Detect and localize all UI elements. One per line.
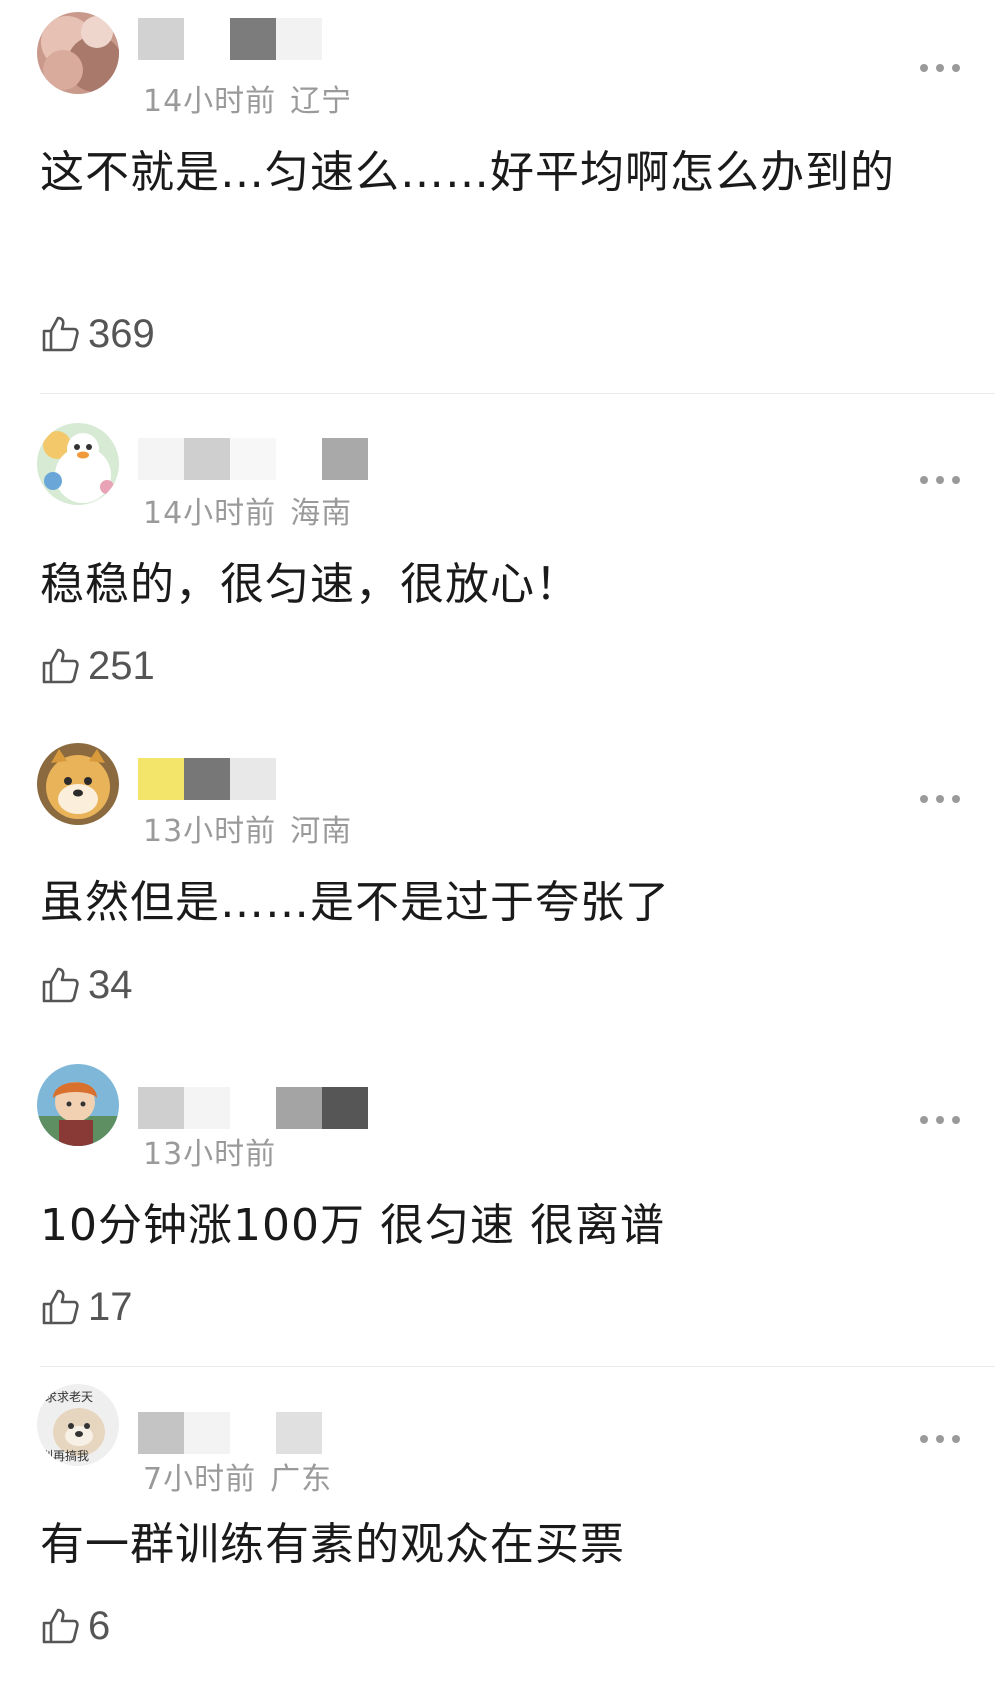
username-censored[interactable] (138, 18, 322, 60)
like-count: 34 (88, 962, 133, 1007)
like-button[interactable]: 6 (40, 1604, 110, 1648)
comment-location: 广东 (270, 1462, 333, 1497)
comment-location: 河南 (290, 814, 353, 849)
username-censored[interactable] (138, 438, 368, 480)
comment-time: 13小时前 (143, 1137, 277, 1172)
like-button[interactable]: 17 (40, 1285, 133, 1329)
user-avatar[interactable] (37, 1064, 119, 1146)
username-censored[interactable] (138, 1412, 322, 1454)
user-avatar[interactable] (37, 423, 119, 505)
comment-text: 这不就是…匀速么……好平均啊怎么办到的 (40, 147, 895, 198)
comment-time: 14小时前 (143, 84, 277, 119)
user-avatar[interactable] (37, 743, 119, 825)
divider (40, 1366, 995, 1367)
comment-meta: 13小时前 (143, 1129, 290, 1173)
thumbs-up-icon (40, 1606, 80, 1646)
more-dots-icon[interactable] (920, 793, 960, 805)
thumbs-up-icon (40, 646, 80, 686)
avatar-caption-bottom: 别再搞我 (41, 1448, 89, 1463)
comment-meta: 7小时前 广东 (143, 1454, 332, 1498)
comment-text: 10分钟涨100万 很匀速 很离谱 (40, 1200, 665, 1251)
comment-location: 辽宁 (290, 84, 353, 119)
divider (40, 393, 995, 394)
more-dots-icon[interactable] (920, 1114, 960, 1126)
like-count: 17 (88, 1284, 133, 1329)
comment-text: 有一群训练有素的观众在买票 (40, 1519, 625, 1570)
avatar-caption-top: 求求老天 (45, 1390, 93, 1404)
comment-time: 14小时前 (143, 496, 277, 531)
like-count: 251 (88, 643, 155, 688)
user-avatar[interactable] (37, 12, 119, 94)
like-count: 6 (88, 1603, 111, 1648)
comment-meta: 14小时前 海南 (143, 488, 352, 532)
like-count: 369 (88, 311, 155, 356)
more-dots-icon[interactable] (920, 474, 960, 486)
thumbs-up-icon (40, 965, 80, 1005)
like-button[interactable]: 34 (40, 963, 133, 1007)
user-avatar[interactable]: 求求老天 别再搞我 (37, 1384, 119, 1466)
like-button[interactable]: 369 (40, 312, 155, 356)
username-censored[interactable] (138, 758, 276, 800)
more-dots-icon[interactable] (920, 62, 960, 74)
comment-time: 7小时前 (143, 1462, 257, 1497)
comment-text: 虽然但是……是不是过于夸张了 (40, 877, 670, 928)
comment-text: 稳稳的，很匀速，很放心！ (40, 559, 580, 610)
comment-meta: 14小时前 辽宁 (143, 76, 352, 120)
thumbs-up-icon (40, 1287, 80, 1327)
more-dots-icon[interactable] (920, 1433, 960, 1445)
username-censored[interactable] (138, 1087, 368, 1129)
comment-location: 海南 (290, 496, 353, 531)
comment-time: 13小时前 (143, 814, 277, 849)
thumbs-up-icon (40, 314, 80, 354)
like-button[interactable]: 251 (40, 644, 155, 688)
comment-meta: 13小时前 河南 (143, 806, 352, 850)
